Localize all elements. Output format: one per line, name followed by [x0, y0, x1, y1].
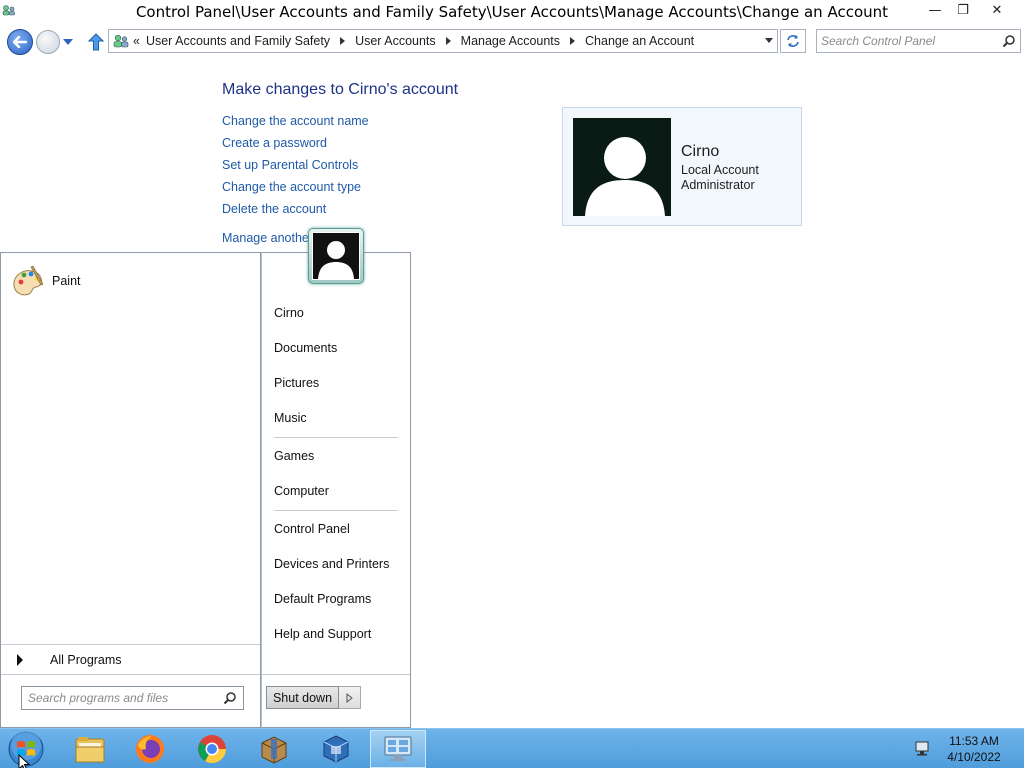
- user-tile[interactable]: [308, 228, 364, 284]
- shutdown-options-button[interactable]: [339, 686, 361, 709]
- start-item-music[interactable]: Music: [274, 411, 307, 425]
- back-arrow-icon: [13, 36, 27, 48]
- chevron-down-icon: [63, 39, 73, 45]
- user-silhouette-icon: [585, 137, 665, 216]
- program-label: Paint: [52, 274, 81, 288]
- parental-controls-link[interactable]: Set up Parental Controls: [222, 158, 358, 172]
- start-menu: Paint All Programs Cirno Documents Pictu…: [0, 228, 411, 728]
- firefox-icon: [136, 735, 164, 763]
- virtualbox-icon: [323, 735, 349, 763]
- title-bar: Control Panel\User Accounts and Family S…: [0, 0, 1024, 26]
- breadcrumb-chevron-icon[interactable]: [340, 37, 346, 45]
- start-item-user[interactable]: Cirno: [274, 306, 304, 320]
- start-menu-places-pane: Cirno Documents Pictures Music Games Com…: [261, 252, 411, 728]
- clock-time[interactable]: 11:53 AM: [940, 734, 1008, 748]
- taskbar-control-panel[interactable]: [370, 730, 426, 768]
- start-search-input[interactable]: [28, 690, 213, 706]
- chevron-right-icon: [17, 654, 23, 666]
- search-box[interactable]: [816, 29, 1021, 53]
- taskbar: 11:53 AM 4/10/2022: [0, 728, 1024, 768]
- up-button[interactable]: [86, 32, 106, 52]
- control-panel-icon: [384, 736, 412, 761]
- search-icon[interactable]: [1002, 34, 1016, 48]
- change-account-name-link[interactable]: Change the account name: [222, 114, 369, 128]
- user-accounts-icon: [113, 34, 129, 48]
- user-silhouette-icon: [318, 241, 354, 279]
- desktop-screen: Control Panel\User Accounts and Family S…: [0, 0, 1024, 768]
- divider: [274, 437, 398, 438]
- all-programs-label: All Programs: [50, 653, 122, 667]
- start-item-pictures[interactable]: Pictures: [274, 376, 319, 390]
- start-item-devices-printers[interactable]: Devices and Printers: [274, 557, 389, 571]
- paint-icon: [13, 265, 44, 296]
- divider: [274, 510, 398, 511]
- breadcrumb-user-accounts[interactable]: User Accounts: [349, 34, 442, 48]
- close-button[interactable]: ✕: [980, 0, 1014, 20]
- start-menu-programs-pane: Paint All Programs: [0, 252, 261, 728]
- breadcrumb-user-accounts-family-safety[interactable]: User Accounts and Family Safety: [140, 34, 336, 48]
- search-icon[interactable]: [223, 691, 237, 705]
- chevron-right-icon: [346, 692, 353, 703]
- divider: [1, 644, 260, 645]
- start-search-box[interactable]: [21, 686, 244, 710]
- start-item-default-programs[interactable]: Default Programs: [274, 592, 371, 606]
- shutdown-button[interactable]: Shut down: [266, 686, 339, 709]
- change-account-type-link[interactable]: Change the account type: [222, 180, 361, 194]
- user-tile-picture: [312, 232, 360, 280]
- window-title: Control Panel\User Accounts and Family S…: [135, 3, 889, 21]
- up-arrow-icon: [88, 33, 104, 51]
- start-item-control-panel[interactable]: Control Panel: [274, 522, 350, 536]
- start-item-documents[interactable]: Documents: [274, 341, 337, 355]
- restore-button[interactable]: ❐: [946, 0, 980, 20]
- folder-icon: [75, 737, 105, 763]
- breadcrumb-overflow[interactable]: «: [133, 34, 140, 48]
- navigation-bar: « User Accounts and Family Safety User A…: [0, 26, 1024, 58]
- account-type: Local Account: [681, 163, 759, 177]
- create-password-link[interactable]: Create a password: [222, 136, 327, 150]
- delete-account-link[interactable]: Delete the account: [222, 202, 326, 216]
- network-icon[interactable]: [914, 739, 932, 757]
- refresh-button[interactable]: [780, 29, 806, 53]
- all-programs-button[interactable]: All Programs: [17, 651, 122, 669]
- taskbar-firefox[interactable]: [122, 730, 178, 768]
- breadcrumb: « User Accounts and Family Safety User A…: [133, 30, 700, 52]
- start-item-computer[interactable]: Computer: [274, 484, 329, 498]
- start-item-games[interactable]: Games: [274, 449, 314, 463]
- account-role: Administrator: [681, 178, 755, 192]
- taskbar-virtualbox[interactable]: [308, 730, 364, 768]
- taskbar-file-explorer[interactable]: [62, 730, 118, 768]
- account-picture: [573, 118, 671, 216]
- chrome-icon: [198, 735, 226, 763]
- start-item-help-support[interactable]: Help and Support: [274, 627, 371, 641]
- mouse-cursor-icon: [18, 754, 30, 768]
- forward-button[interactable]: [36, 30, 60, 54]
- account-name: Cirno: [681, 143, 720, 160]
- account-card: Cirno Local Account Administrator: [562, 107, 802, 226]
- clock-date[interactable]: 4/10/2022: [940, 750, 1008, 764]
- breadcrumb-change-an-account[interactable]: Change an Account: [579, 34, 700, 48]
- page-title: Make changes to Cirno's account: [222, 81, 459, 98]
- taskbar-archive[interactable]: [246, 730, 302, 768]
- taskbar-chrome[interactable]: [184, 730, 240, 768]
- back-button[interactable]: [7, 29, 33, 55]
- refresh-icon: [787, 35, 799, 47]
- divider: [262, 674, 410, 675]
- recent-pages-button[interactable]: [62, 36, 74, 48]
- address-bar[interactable]: « User Accounts and Family Safety User A…: [108, 29, 778, 53]
- address-dropdown-icon[interactable]: [765, 38, 773, 43]
- breadcrumb-manage-accounts[interactable]: Manage Accounts: [455, 34, 566, 48]
- search-input[interactable]: [821, 32, 996, 50]
- breadcrumb-chevron-icon[interactable]: [445, 37, 451, 45]
- divider: [1, 674, 260, 675]
- breadcrumb-chevron-icon[interactable]: [570, 37, 576, 45]
- archive-icon: [261, 736, 287, 764]
- program-item-paint[interactable]: Paint: [11, 265, 81, 297]
